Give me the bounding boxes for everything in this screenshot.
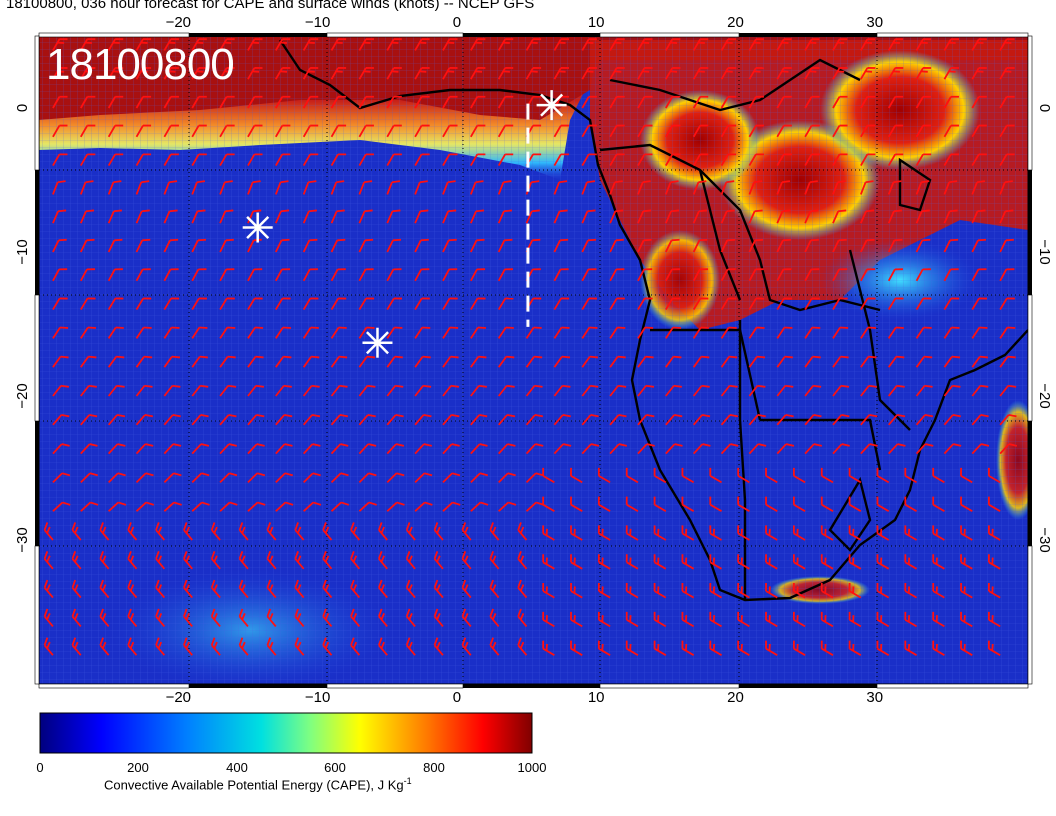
- lon-tick-label: −20: [166, 14, 191, 31]
- colorbar-tick: 0: [36, 760, 44, 775]
- lon-tick-label: 20: [727, 689, 744, 706]
- asterisk-marker: [242, 212, 273, 243]
- lat-tick-label: 0: [14, 104, 31, 112]
- asterisk-marker: [536, 90, 567, 121]
- lon-tick-label: −10: [305, 689, 330, 706]
- lon-tick-label: 0: [453, 689, 461, 706]
- lon-tick-label: 10: [588, 14, 605, 31]
- cape-map: −20 −10 0 10 20 30 −20 −10 0 10 20 30 0 −10 −20 −30 0…: [14, 14, 1053, 754]
- lat-tick-label: −20: [1036, 383, 1053, 408]
- lat-tick-label: −30: [14, 527, 31, 552]
- colorbar-tick: 200: [127, 760, 149, 775]
- date-stamp: 18100800: [46, 40, 235, 89]
- lat-tick-label: −30: [1036, 527, 1053, 552]
- lon-tick-label: 10: [588, 689, 605, 706]
- lat-tick-label: −20: [14, 383, 31, 408]
- lat-labels-right: 0 −10 −20 −30: [1036, 104, 1053, 553]
- map-title: 18100800, 036 hour forecast for CAPE and…: [6, 0, 535, 12]
- lat-tick-label: −10: [14, 239, 31, 264]
- lat-tick-label: −10: [1036, 239, 1053, 264]
- lon-labels-bottom: −20 −10 0 10 20 30: [166, 689, 884, 706]
- colorbar-label-text: Convective Available Potential Energy (C…: [104, 777, 404, 793]
- lon-labels-top: −20 −10 0 10 20 30: [166, 14, 884, 31]
- lon-tick-label: 30: [866, 689, 883, 706]
- lon-tick-label: 30: [866, 14, 883, 31]
- lat-labels-left: 0 −10 −20 −30: [14, 104, 31, 553]
- colorbar-tick: 400: [226, 760, 248, 775]
- colorbar-tick: 1000: [517, 760, 547, 775]
- colorbar-label: Convective Available Potential Energy (C…: [104, 776, 412, 792]
- colorbar-label-sup: -1: [403, 776, 412, 786]
- colorbar-tick: 800: [423, 760, 445, 775]
- lon-tick-label: −20: [166, 689, 191, 706]
- colorbar-tick: 600: [324, 760, 346, 775]
- colorbar: [39, 712, 533, 754]
- lon-tick-label: 20: [727, 14, 744, 31]
- lat-tick-label: 0: [1036, 104, 1053, 112]
- asterisk-marker: [362, 327, 393, 358]
- lon-tick-label: −10: [305, 14, 330, 31]
- lon-tick-label: 0: [453, 14, 461, 31]
